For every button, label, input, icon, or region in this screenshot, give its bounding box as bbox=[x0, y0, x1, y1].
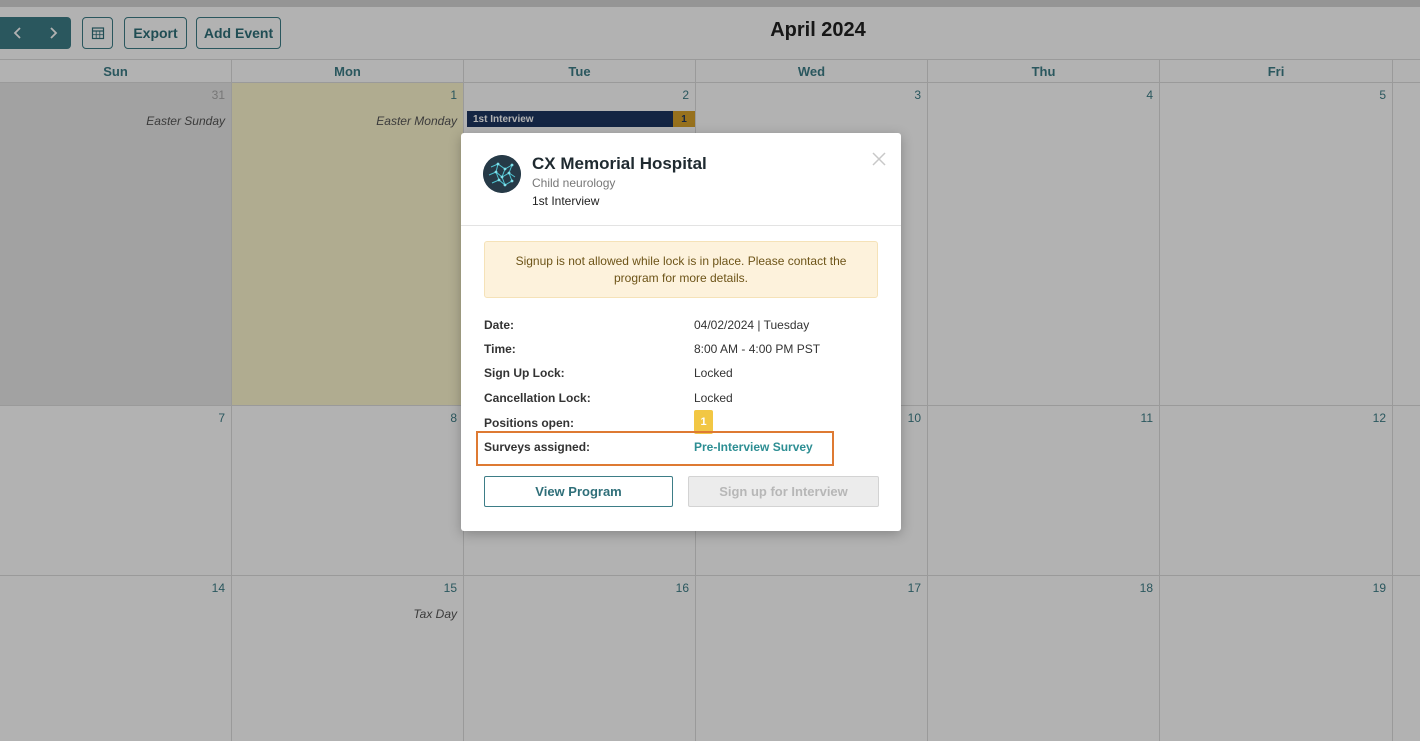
hospital-name: CX Memorial Hospital bbox=[532, 154, 707, 173]
signup-lock-value: Locked bbox=[694, 366, 733, 380]
signup-lock-label: Sign Up Lock: bbox=[484, 366, 565, 380]
time-row: Time: 8:00 AM - 4:00 PM PST bbox=[484, 342, 884, 362]
close-button[interactable] bbox=[870, 150, 888, 168]
lock-alert: Signup is not allowed while lock is in p… bbox=[484, 241, 878, 298]
date-row: Date: 04/02/2024 | Tuesday bbox=[484, 318, 884, 338]
modal-header: CX Memorial Hospital Child neurology 1st… bbox=[461, 133, 901, 226]
event-type-label: 1st Interview bbox=[532, 194, 600, 208]
time-label: Time: bbox=[484, 342, 516, 356]
date-label: Date: bbox=[484, 318, 515, 332]
event-details-modal: CX Memorial Hospital Child neurology 1st… bbox=[461, 133, 901, 531]
signup-interview-button: Sign up for Interview bbox=[688, 476, 879, 507]
close-icon bbox=[872, 152, 886, 166]
signup-lock-row: Sign Up Lock: Locked bbox=[484, 366, 884, 386]
specialty-label: Child neurology bbox=[532, 176, 616, 190]
cancellation-lock-row: Cancellation Lock: Locked bbox=[484, 391, 884, 411]
cancellation-lock-label: Cancellation Lock: bbox=[484, 391, 591, 405]
positions-label: Positions open: bbox=[484, 416, 574, 430]
date-value: 04/02/2024 | Tuesday bbox=[694, 318, 810, 332]
time-value: 8:00 AM - 4:00 PM PST bbox=[694, 342, 821, 356]
cancellation-lock-value: Locked bbox=[694, 391, 733, 405]
hospital-logo bbox=[483, 155, 521, 193]
surveys-highlight bbox=[476, 431, 834, 466]
view-program-button[interactable]: View Program bbox=[484, 476, 673, 507]
